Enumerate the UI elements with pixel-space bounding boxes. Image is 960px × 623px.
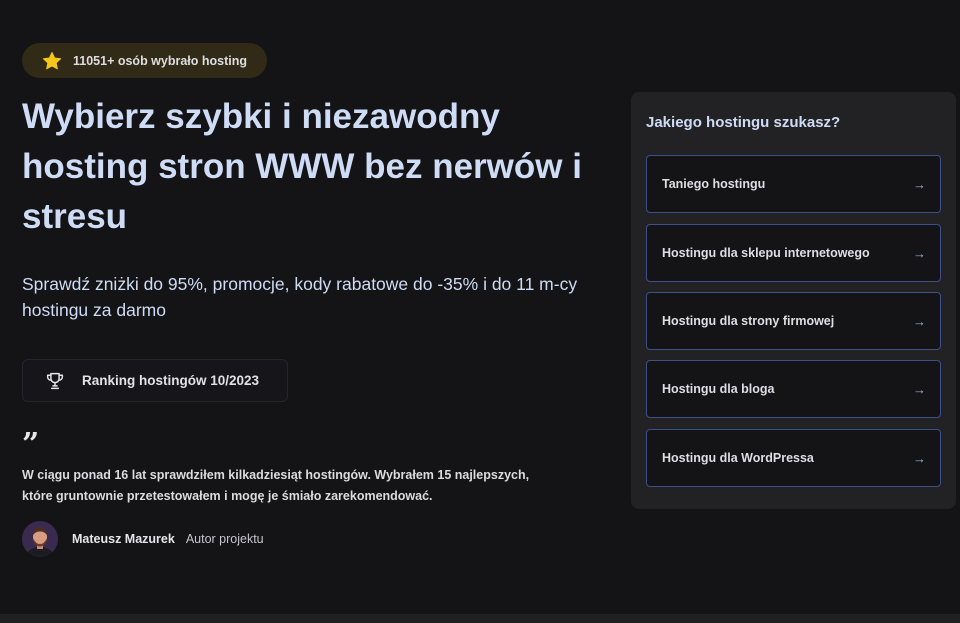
option-label: Taniego hostingu [662,177,766,191]
arrow-right-icon: → [913,450,926,466]
arrow-right-icon: → [913,313,926,329]
ranking-button[interactable]: Ranking hostingów 10/2023 [22,359,288,402]
ranking-label: Ranking hostingów 10/2023 [82,373,260,388]
author: Mateusz Mazurek Autor projektu [22,520,264,558]
avatar [22,521,58,557]
option-company-hosting[interactable]: Hostingu dla strony firmowej → [646,292,941,350]
arrow-right-icon: → [913,381,926,397]
hosting-finder-panel: Jakiego hostingu szukasz? Taniego hostin… [631,92,956,509]
option-label: Hostingu dla bloga [662,382,775,396]
social-proof-badge: 11051+ osób wybrało hosting [22,43,268,78]
option-label: Hostingu dla sklepu internetowego [662,246,870,260]
page: 11051+ osób wybrało hosting Wybierz szyb… [0,0,960,623]
star-icon [42,51,62,69]
option-wordpress-hosting[interactable]: Hostingu dla WordPressa → [646,429,941,487]
hero-title: Wybierz szybki i niezawodny hosting stro… [22,97,582,236]
panel-title: Jakiego hostingu szukasz? [646,114,841,131]
option-cheap-hosting[interactable]: Taniego hostingu → [646,155,941,213]
bottom-divider [0,614,960,623]
option-shop-hosting[interactable]: Hostingu dla sklepu internetowego → [646,224,941,282]
author-role: Autor projektu [185,532,264,546]
trophy-icon [46,372,64,389]
arrow-right-icon: → [913,245,926,261]
badge-text: 11051+ osób wybrało hosting [73,53,248,68]
hero-subtitle: Sprawdź zniżki do 95%, promocje, kody ra… [22,274,578,320]
option-label: Hostingu dla WordPressa [662,451,814,465]
arrow-right-icon: → [913,176,926,192]
author-name: Mateusz Mazurek [72,532,175,546]
quote-text: W ciągu ponad 16 lat sprawdziłem kilkadz… [22,468,530,503]
option-blog-hosting[interactable]: Hostingu dla bloga → [646,360,941,418]
quote-mark: ” [22,427,40,462]
option-label: Hostingu dla strony firmowej [662,314,835,328]
